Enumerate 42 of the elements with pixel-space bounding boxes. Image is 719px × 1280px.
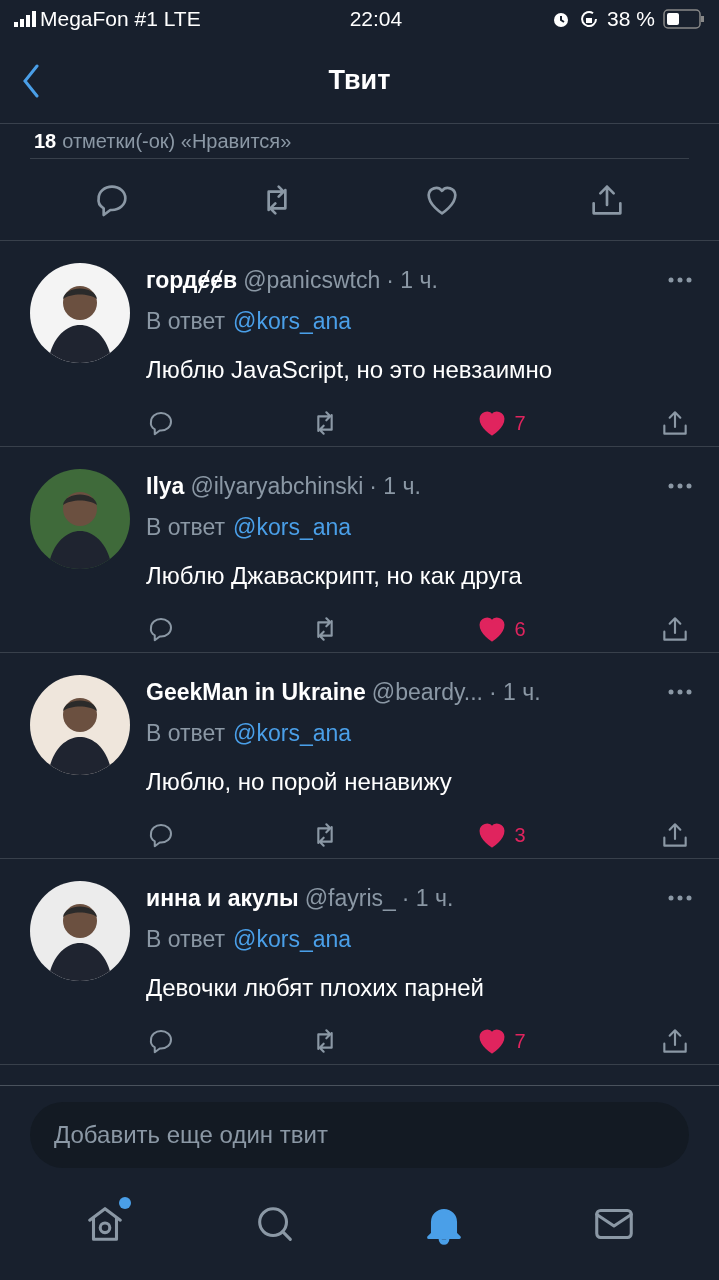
post-time: · 1 ч. [386, 266, 438, 295]
post-time: · 1 ч. [401, 884, 454, 913]
like-count: 7 [514, 1029, 526, 1054]
reply-label: В ответ [146, 306, 226, 336]
more-button[interactable] [667, 688, 693, 697]
more-button[interactable] [667, 276, 693, 285]
like-count: 3 [514, 823, 526, 848]
author-name: гордɇɇв [146, 266, 238, 295]
post-time: · 1 ч. [369, 472, 421, 501]
author-handle: @beardy... [371, 678, 483, 707]
signal-icon [14, 11, 36, 27]
author-name: инна и акулы [146, 884, 299, 913]
reply-label: В ответ [146, 924, 226, 954]
more-button[interactable] [667, 482, 693, 491]
reply-text: Люблю Джаваскрипт, но как друга [146, 561, 523, 591]
post-time: · 1 ч. [489, 678, 541, 707]
mention-link[interactable]: @kors_ana [233, 921, 352, 956]
reply-label: В ответ [146, 718, 226, 748]
mention-link[interactable]: @kors_ana [233, 715, 352, 750]
author-handle: @panicswtch [243, 266, 381, 295]
reply-text: Люблю JavaScript, но это невзаимно [146, 355, 554, 385]
battery-icon [663, 9, 705, 29]
mention-link[interactable]: @kors_ana [233, 509, 352, 544]
carrier-name: MegaFon #1 LTE [40, 6, 201, 33]
page-title: Твит [328, 64, 391, 97]
battery-percent: 38 % [607, 6, 655, 33]
rotation-lock-icon [579, 9, 600, 29]
author-handle: @fayris_ [304, 884, 396, 913]
tweet-input[interactable]: Добавить еще один твит [30, 1102, 689, 1168]
like-count: 7 [514, 411, 526, 436]
back-button[interactable] [22, 64, 40, 98]
like-count: 6 [514, 617, 526, 642]
author-name: Ilya [146, 472, 185, 501]
likes-summary-text: 18 отметки(-ок) «Нравится» [34, 129, 292, 154]
reply-text: Люблю, но порой ненавижу [146, 767, 453, 797]
author-name: GeekMan in Ukraine [146, 678, 366, 707]
mention-link[interactable]: @kors_ana [233, 303, 352, 338]
reply-text: Девочки любят плохих парней [146, 973, 485, 1003]
author-handle: @ilyaryabchinski [190, 472, 364, 501]
more-button[interactable] [667, 894, 693, 903]
clock: 22:04 [349, 6, 403, 33]
reply-label: В ответ [146, 512, 226, 542]
